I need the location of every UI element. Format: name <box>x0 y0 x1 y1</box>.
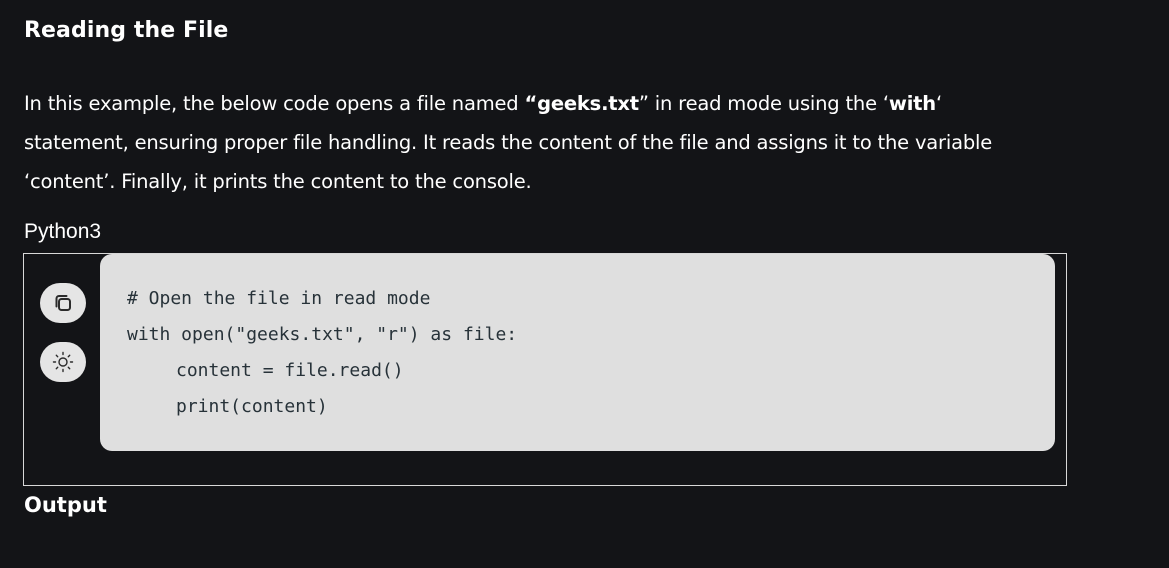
code-line: with open("geeks.txt", "r") as file: <box>127 324 518 345</box>
code-line: print(content) <box>176 396 328 417</box>
sun-icon <box>52 351 74 373</box>
copy-button[interactable] <box>40 283 86 323</box>
code-block[interactable]: # Open the file in read mode with open("… <box>100 254 1055 451</box>
code-frame: # Open the file in read mode with open("… <box>23 253 1067 486</box>
code-line: content = file.read() <box>176 360 404 381</box>
section-heading: Reading the File <box>24 18 229 43</box>
paragraph-keyword: with <box>888 92 936 115</box>
code-language-label: Python3 <box>24 220 102 243</box>
code-line: # Open the file in read mode <box>127 288 431 309</box>
section-paragraph: In this example, the below code opens a … <box>24 84 1024 201</box>
paragraph-filename: “geeks.txt <box>524 92 639 115</box>
paragraph-text-1: In this example, the below code opens a … <box>24 92 525 115</box>
paragraph-text-2: ” in read mode using the ‘ <box>638 92 889 115</box>
theme-toggle-button[interactable] <box>40 342 86 382</box>
article-page: Reading the File In this example, the be… <box>0 0 1169 568</box>
output-heading: Output <box>24 493 107 517</box>
copy-icon <box>53 293 73 313</box>
